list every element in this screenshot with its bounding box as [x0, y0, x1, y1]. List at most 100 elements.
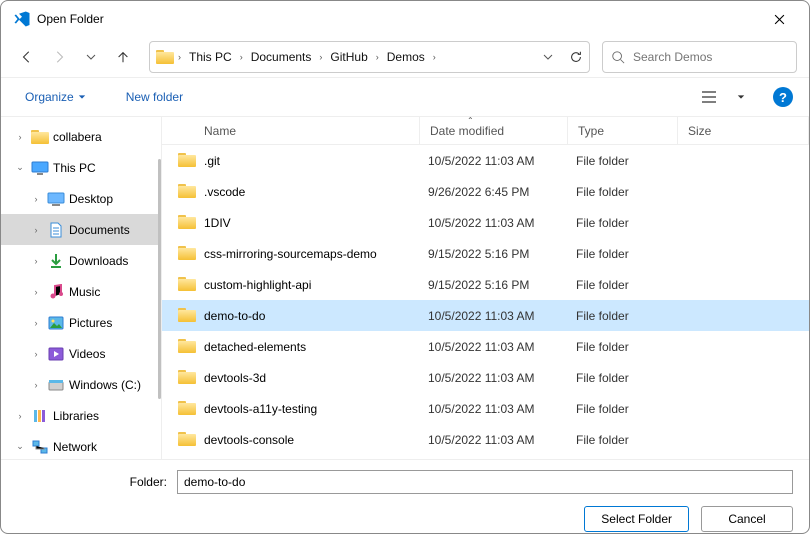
- search-input[interactable]: [633, 50, 788, 64]
- file-date: 10/5/2022 11:03 AM: [428, 402, 576, 416]
- breadcrumb[interactable]: Demos: [383, 48, 429, 66]
- file-row[interactable]: css-mirroring-sourcemaps-demo9/15/2022 5…: [162, 238, 809, 269]
- expand-icon[interactable]: ›: [29, 349, 43, 359]
- folder-input[interactable]: [177, 470, 793, 494]
- new-folder-button[interactable]: New folder: [118, 86, 191, 108]
- view-button[interactable]: [693, 83, 725, 111]
- file-row[interactable]: devtools-console10/5/2022 11:03 AMFile f…: [162, 424, 809, 455]
- window-title: Open Folder: [37, 12, 757, 26]
- folder-icon: [178, 401, 196, 416]
- tree-item[interactable]: ›collabera: [1, 121, 161, 152]
- lib-icon: [31, 407, 49, 425]
- expand-icon[interactable]: ›: [29, 287, 43, 297]
- breadcrumb[interactable]: Documents: [247, 48, 316, 66]
- chevron-right-icon: ›: [240, 52, 243, 62]
- file-date: 10/5/2022 11:03 AM: [428, 433, 576, 447]
- tree-label: Downloads: [69, 254, 128, 268]
- pics-icon: [47, 314, 65, 332]
- cancel-button[interactable]: Cancel: [701, 506, 793, 532]
- column-headers: ⌃ Name Date modified Type Size: [162, 117, 809, 145]
- folder-icon: [178, 339, 196, 354]
- folder-icon: [31, 128, 49, 146]
- file-row[interactable]: 1DIV10/5/2022 11:03 AMFile folder: [162, 207, 809, 238]
- expand-icon[interactable]: ›: [29, 225, 43, 235]
- expand-icon[interactable]: ›: [29, 318, 43, 328]
- file-type: File folder: [576, 402, 686, 416]
- file-row[interactable]: .git10/5/2022 11:03 AMFile folder: [162, 145, 809, 176]
- column-type[interactable]: Type: [568, 117, 678, 144]
- file-date: 10/5/2022 11:03 AM: [428, 216, 576, 230]
- expand-icon[interactable]: ›: [29, 194, 43, 204]
- file-type: File folder: [576, 247, 686, 261]
- title-bar: Open Folder: [1, 1, 809, 37]
- expand-icon[interactable]: ›: [13, 411, 27, 421]
- expand-icon[interactable]: ›: [13, 132, 27, 142]
- organize-button[interactable]: Organize: [17, 86, 94, 108]
- tree-label: Documents: [69, 223, 130, 237]
- recent-dropdown[interactable]: [77, 43, 105, 71]
- column-name[interactable]: Name: [162, 117, 420, 144]
- search-icon: [611, 50, 625, 64]
- tree-item[interactable]: › Music: [1, 276, 161, 307]
- view-dropdown[interactable]: [725, 83, 757, 111]
- tree-label: Pictures: [69, 316, 112, 330]
- tree-item[interactable]: › Downloads: [1, 245, 161, 276]
- file-row[interactable]: .vscode9/26/2022 6:45 PMFile folder: [162, 176, 809, 207]
- close-button[interactable]: [757, 5, 801, 33]
- file-date: 9/15/2022 5:16 PM: [428, 278, 576, 292]
- breadcrumb[interactable]: This PC: [185, 48, 236, 66]
- file-date: 9/26/2022 6:45 PM: [428, 185, 576, 199]
- select-folder-button[interactable]: Select Folder: [584, 506, 689, 532]
- refresh-button[interactable]: [569, 50, 583, 64]
- tree-item[interactable]: ⌄ Network: [1, 431, 161, 459]
- tree-item[interactable]: ›Libraries: [1, 400, 161, 431]
- folder-icon: [156, 50, 174, 64]
- file-name: devtools-console: [204, 433, 428, 447]
- folder-icon: [178, 215, 196, 230]
- desktop-icon: [47, 190, 65, 208]
- breadcrumb[interactable]: GitHub: [326, 48, 371, 66]
- folder-icon: [178, 432, 196, 447]
- bottom-bar: Folder: Select Folder Cancel: [1, 459, 809, 546]
- chevron-right-icon: ›: [319, 52, 322, 62]
- file-name: 1DIV: [204, 216, 428, 230]
- folder-icon: [178, 153, 196, 168]
- chevron-right-icon: ›: [178, 52, 181, 62]
- music-icon: [47, 283, 65, 301]
- expand-icon[interactable]: ⌄: [13, 441, 27, 452]
- scrollbar-thumb[interactable]: [158, 159, 161, 399]
- address-dropdown[interactable]: [543, 52, 553, 62]
- file-name: .vscode: [204, 185, 428, 199]
- file-row[interactable]: custom-highlight-api9/15/2022 5:16 PMFil…: [162, 269, 809, 300]
- file-name: .git: [204, 154, 428, 168]
- tree-item[interactable]: › Documents: [1, 214, 161, 245]
- tree-label: Windows (C:): [69, 378, 141, 392]
- tree-label: Music: [69, 285, 100, 299]
- file-type: File folder: [576, 185, 686, 199]
- up-button[interactable]: [109, 43, 137, 71]
- address-bar[interactable]: › This PC › Documents › GitHub › Demos ›: [149, 41, 590, 73]
- tree-item[interactable]: ⌄This PC: [1, 152, 161, 183]
- file-row[interactable]: demo-to-do10/5/2022 11:03 AMFile folder: [162, 300, 809, 331]
- down-icon: [47, 252, 65, 270]
- file-type: File folder: [576, 371, 686, 385]
- expand-icon[interactable]: ›: [29, 256, 43, 266]
- tree-item[interactable]: › Windows (C:): [1, 369, 161, 400]
- help-button[interactable]: ?: [773, 87, 793, 107]
- expand-icon[interactable]: ›: [29, 380, 43, 390]
- file-type: File folder: [576, 278, 686, 292]
- column-size[interactable]: Size: [678, 117, 809, 144]
- file-row[interactable]: devtools-a11y-testing10/5/2022 11:03 AMF…: [162, 393, 809, 424]
- back-button[interactable]: [13, 43, 41, 71]
- file-type: File folder: [576, 340, 686, 354]
- expand-icon[interactable]: ⌄: [13, 162, 27, 173]
- file-row[interactable]: devtools-3d10/5/2022 11:03 AMFile folder: [162, 362, 809, 393]
- file-row[interactable]: detached-elements10/5/2022 11:03 AMFile …: [162, 331, 809, 362]
- column-date[interactable]: Date modified: [420, 117, 568, 144]
- search-box[interactable]: [602, 41, 797, 73]
- tree-label: Network: [53, 440, 97, 454]
- forward-button[interactable]: [45, 43, 73, 71]
- tree-item[interactable]: ›Videos: [1, 338, 161, 369]
- tree-item[interactable]: › Pictures: [1, 307, 161, 338]
- tree-item[interactable]: ›Desktop: [1, 183, 161, 214]
